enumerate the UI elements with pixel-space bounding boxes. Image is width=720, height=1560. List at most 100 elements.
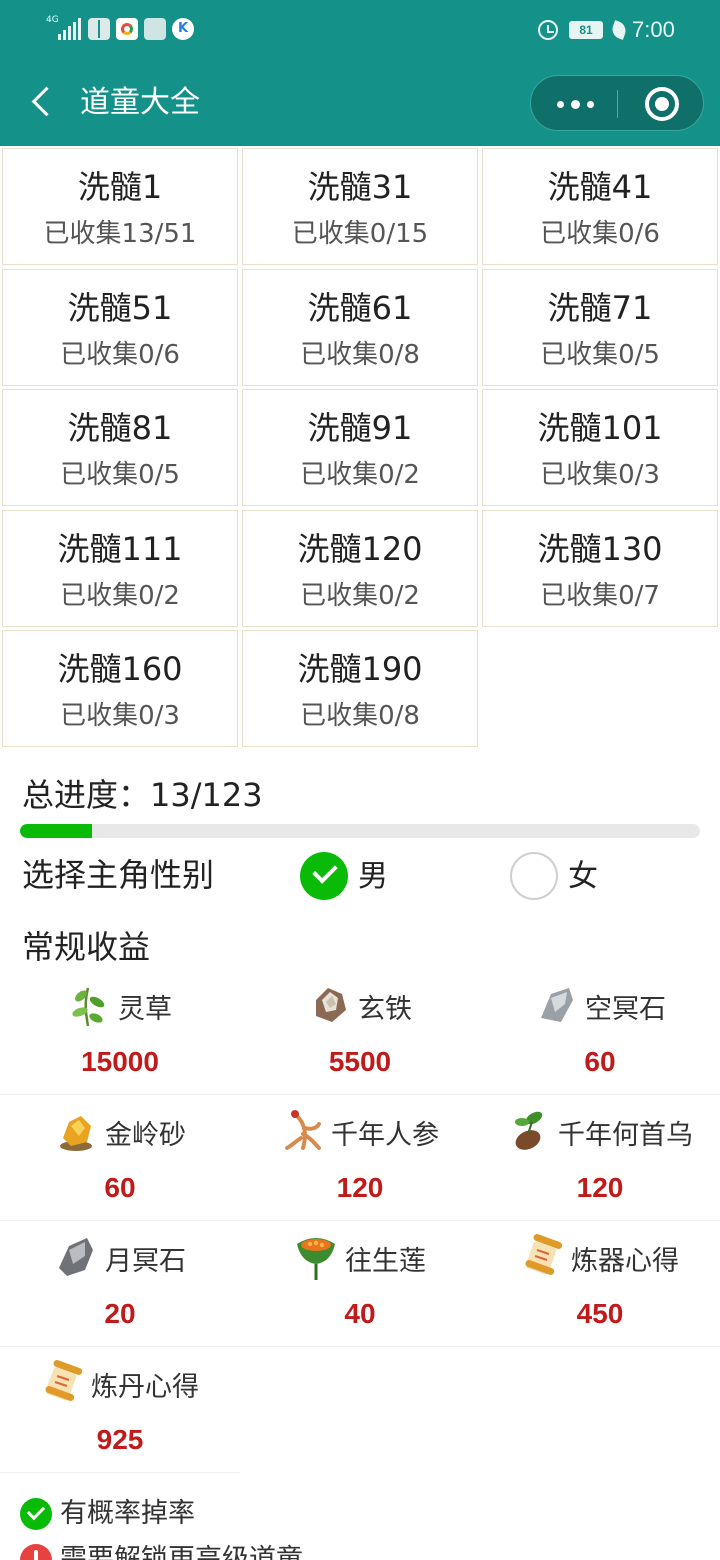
reward-name: 千年何首乌 (558, 1120, 693, 1151)
capsule-divider (617, 90, 618, 118)
row-divider (0, 1220, 720, 1221)
legend-drop-text: 有概率掉率 (60, 1498, 195, 1529)
back-arrow-icon[interactable] (26, 84, 62, 120)
rewards-title: 常规收益 (22, 928, 151, 966)
reward-item: 空冥石 60 (480, 972, 720, 1098)
female-radio[interactable] (510, 852, 558, 900)
iron-ore-icon (308, 982, 350, 1028)
tier-name: 洗髓111 (57, 529, 183, 568)
mini-program-capsule (530, 75, 704, 131)
message-app-icon (144, 18, 166, 40)
reward-item: 玄铁 5500 (240, 972, 480, 1098)
header-bar: 4G 81 7:00 道童大全 (0, 0, 720, 146)
male-radio[interactable] (300, 852, 348, 900)
close-target-icon[interactable] (645, 87, 679, 121)
tier-progress: 已收集0/7 (540, 580, 660, 611)
status-time: 7:00 (632, 17, 675, 42)
lotus-pod-icon (295, 1234, 337, 1280)
reward-value: 60 (104, 1172, 136, 1203)
reward-name: 千年人参 (331, 1120, 439, 1151)
tier-card[interactable]: 洗髓101 已收集0/3 (482, 389, 718, 506)
reward-value: 450 (576, 1298, 624, 1329)
tier-progress: 已收集0/2 (300, 460, 420, 490)
reward-value: 15000 (81, 1046, 159, 1077)
reward-name: 金岭砂 (105, 1120, 186, 1151)
power-saving-icon (609, 20, 629, 40)
tier-card[interactable]: 洗髓120 已收集0/2 (242, 509, 478, 627)
reward-value: 925 (96, 1424, 144, 1455)
reward-item: 灵草 15000 (0, 972, 240, 1098)
tier-name: 洗髓71 (547, 288, 653, 327)
tier-progress: 已收集0/5 (60, 460, 180, 490)
moon-stone-icon (55, 1234, 97, 1280)
tier-progress: 已收集0/5 (540, 339, 660, 370)
tier-card[interactable]: 洗髓130 已收集0/7 (482, 509, 718, 627)
tier-card[interactable]: 洗髓71 已收集0/5 (482, 268, 718, 386)
reward-value: 5500 (328, 1046, 392, 1077)
tier-name: 洗髓101 (537, 409, 663, 447)
reward-name: 月冥石 (105, 1246, 186, 1277)
legend-locked-text: 需要解锁更高级道童 (60, 1544, 303, 1560)
reward-value: 120 (576, 1172, 624, 1203)
gold-sand-icon (55, 1108, 97, 1154)
reward-name: 往生莲 (345, 1246, 426, 1277)
tier-name: 洗髓51 (67, 288, 173, 327)
tier-card[interactable]: 洗髓31 已收集0/15 (242, 148, 478, 265)
tier-card[interactable]: 洗髓1 已收集13/51 (2, 148, 238, 265)
row-divider (0, 1346, 720, 1347)
signal-icon: 4G (46, 16, 82, 42)
gender-label: 选择主角性别 (22, 856, 215, 894)
ginseng-icon (281, 1108, 323, 1154)
tier-card[interactable]: 洗髓111 已收集0/2 (2, 509, 238, 627)
reward-item: 往生莲 40 (240, 1224, 480, 1350)
tier-card[interactable]: 洗髓160 已收集0/3 (2, 630, 238, 747)
tier-progress: 已收集0/3 (540, 460, 660, 490)
tier-progress: 已收集0/8 (300, 339, 420, 370)
status-bar: 4G 81 7:00 (0, 0, 720, 60)
tier-name: 洗髓190 (297, 650, 423, 688)
total-progress-bar (20, 824, 700, 838)
tier-card[interactable]: 洗髓41 已收集0/6 (482, 148, 718, 265)
total-progress-label: 总进度：13/123 (22, 776, 263, 814)
tier-name: 洗髓31 (307, 168, 413, 206)
reward-name: 炼丹心得 (91, 1372, 199, 1403)
row-divider (0, 1094, 720, 1095)
reader-app-icon (88, 18, 110, 40)
reward-value: 20 (104, 1298, 136, 1329)
reward-item: 千年何首乌 120 (480, 1098, 720, 1224)
reward-name: 空冥石 (585, 994, 666, 1025)
browser-app-icon (116, 18, 138, 40)
total-progress-fill (20, 824, 93, 838)
reward-value: 40 (344, 1298, 376, 1329)
herb-icon (68, 982, 110, 1028)
tier-progress: 已收集0/3 (60, 701, 180, 731)
female-label[interactable]: 女 (568, 858, 598, 896)
battery-icon: 81 (569, 21, 603, 39)
reward-name: 炼器心得 (571, 1246, 679, 1277)
tier-card[interactable]: 洗髓190 已收集0/8 (242, 630, 478, 747)
reward-name: 玄铁 (358, 994, 412, 1025)
check-icon (20, 1498, 52, 1530)
reward-item: 炼丹心得 925 (0, 1350, 240, 1476)
scroll-icon (41, 1360, 83, 1406)
tier-card[interactable]: 洗髓91 已收集0/2 (242, 389, 478, 506)
tier-name: 洗髓91 (307, 409, 413, 447)
reward-item: 金岭砂 60 (0, 1098, 240, 1224)
tier-card[interactable]: 洗髓61 已收集0/8 (242, 268, 478, 386)
tier-progress: 已收集0/15 (291, 219, 429, 249)
reward-value: 60 (584, 1046, 616, 1077)
male-label[interactable]: 男 (358, 858, 388, 896)
fleeceflower-root-icon (508, 1108, 550, 1154)
tier-name: 洗髓120 (297, 529, 423, 568)
tier-progress: 已收集0/2 (300, 580, 420, 611)
tier-progress: 已收集0/8 (300, 701, 420, 731)
reward-item: 千年人参 120 (240, 1098, 480, 1224)
tier-progress: 已收集13/51 (43, 219, 197, 249)
k-app-icon (172, 18, 194, 40)
tier-card[interactable]: 洗髓51 已收集0/6 (2, 268, 238, 386)
tier-name: 洗髓160 (57, 650, 183, 688)
more-dots-icon[interactable] (553, 90, 607, 118)
alarm-icon (538, 20, 558, 40)
reward-name: 灵草 (118, 994, 172, 1025)
tier-card[interactable]: 洗髓81 已收集0/5 (2, 389, 238, 506)
